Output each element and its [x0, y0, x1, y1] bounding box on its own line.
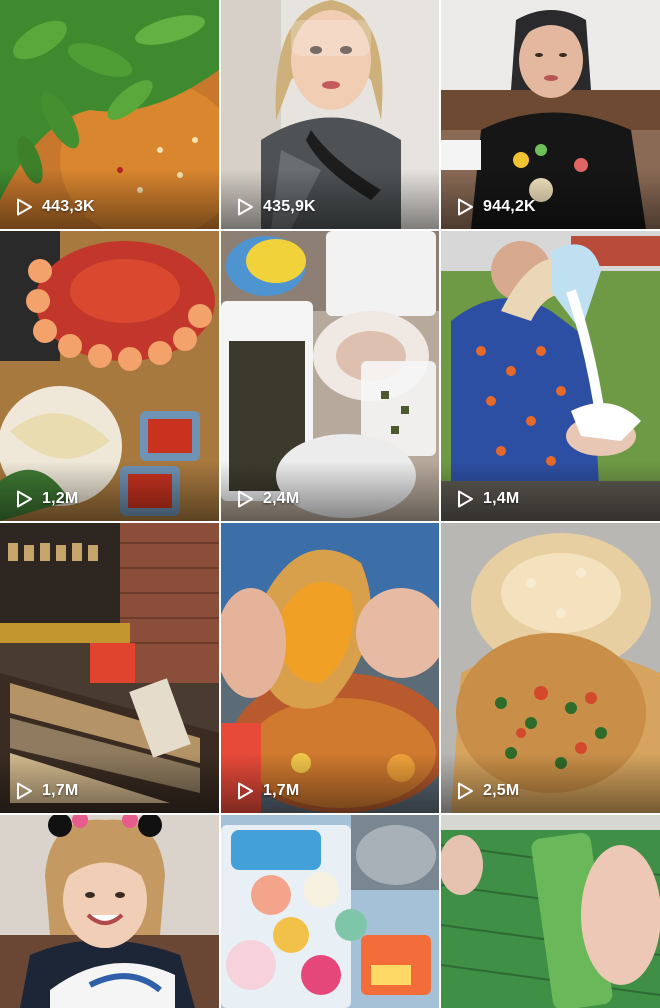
video-thumbnail[interactable]	[441, 815, 660, 1008]
view-counter: 2,5M	[455, 781, 519, 801]
video-thumbnail[interactable]: 2,5M	[441, 523, 660, 813]
video-thumbnail[interactable]: 1,4M	[441, 231, 660, 521]
view-counter: 443,3K	[14, 197, 95, 217]
view-count: 2,5M	[483, 782, 520, 799]
view-count: 1,2M	[42, 490, 79, 507]
play-icon	[458, 490, 473, 508]
video-thumbnail[interactable]	[0, 815, 219, 1008]
view-counter: 2,4M	[235, 489, 299, 509]
play-icon	[238, 490, 253, 508]
view-count: 435,9K	[263, 198, 316, 215]
thumbnail-image	[0, 815, 219, 1008]
view-count: 2,4M	[263, 490, 300, 507]
view-counter: 435,9K	[235, 197, 316, 217]
view-counter: 944,2K	[455, 197, 536, 217]
video-thumbnail[interactable]: 2,4M	[221, 231, 439, 521]
video-thumbnail[interactable]: 435,9K	[221, 0, 439, 229]
view-counter: 1,7M	[14, 781, 78, 801]
video-thumbnail[interactable]: 1,7M	[0, 523, 219, 813]
thumbnail-image	[221, 815, 439, 1008]
play-icon	[17, 198, 32, 216]
play-icon	[238, 198, 253, 216]
view-count: 944,2K	[483, 198, 536, 215]
video-thumbnail[interactable]: 1,7M	[221, 523, 439, 813]
view-count: 1,7M	[42, 782, 79, 799]
view-count: 1,4M	[483, 490, 520, 507]
view-count: 443,3K	[42, 198, 95, 215]
play-icon	[458, 782, 473, 800]
view-counter: 1,7M	[235, 781, 299, 801]
video-thumbnail[interactable]: 443,3K	[0, 0, 219, 229]
video-thumbnail[interactable]	[221, 815, 439, 1008]
video-thumbnail[interactable]: 944,2K	[441, 0, 660, 229]
play-icon	[17, 490, 32, 508]
view-count: 1,7M	[263, 782, 300, 799]
view-counter: 1,4M	[455, 489, 519, 509]
thumbnail-image	[441, 815, 660, 1008]
play-icon	[17, 782, 32, 800]
play-icon	[238, 782, 253, 800]
play-icon	[458, 198, 473, 216]
video-thumbnail[interactable]: 1,2M	[0, 231, 219, 521]
view-counter: 1,2M	[14, 489, 78, 509]
video-grid: 443,3K 435,9K 944,2K 1,2M 2,4M 1,4M 1,7M…	[0, 0, 660, 1008]
